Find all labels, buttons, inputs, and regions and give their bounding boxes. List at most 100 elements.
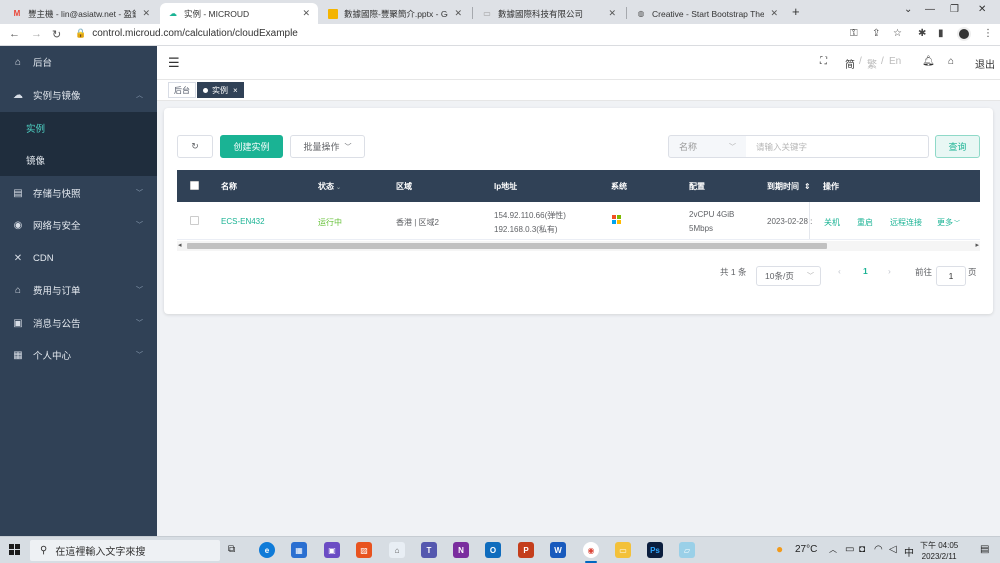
weather-sun-icon[interactable]: ●	[776, 542, 783, 556]
store-icon[interactable]: ▦	[291, 542, 307, 558]
onenote-icon[interactable]: N	[453, 542, 469, 558]
instance-name-link[interactable]: ECS-EN432	[221, 217, 265, 226]
browser-tab-company[interactable]: ▭ 數據國際科技有限公司 ✕	[474, 3, 624, 24]
close-icon[interactable]: ✕	[142, 8, 150, 19]
query-button[interactable]: 查询	[935, 135, 980, 158]
teams-chat-icon[interactable]: ▣	[324, 542, 340, 558]
outlook-icon[interactable]: O	[485, 542, 501, 558]
lang-simplified[interactable]: 简	[845, 56, 855, 71]
home-app-icon[interactable]: ⌂	[389, 542, 405, 558]
powerpoint-icon[interactable]: P	[518, 542, 534, 558]
kebab-menu-icon[interactable]: ⋮	[983, 28, 993, 39]
filter-field-select[interactable]: 名称 ﹀	[668, 135, 747, 158]
weather-temp[interactable]: 27°C	[795, 544, 817, 555]
window-close-icon[interactable]: ✕	[978, 4, 986, 15]
browser-tab-microud[interactable]: ☁ 实例 - MICROUD ✕	[160, 3, 318, 24]
column-header-expiry[interactable]: 到期时间 ⇕	[767, 181, 811, 192]
refresh-button[interactable]: ↻	[177, 135, 213, 158]
browser-tab-gmail[interactable]: M 豐主機 - lin@asiatw.net - 盈欽科 ✕	[4, 3, 158, 24]
back-icon[interactable]: ←	[9, 28, 20, 40]
table-row: ECS-EN432 运行中 香港 | 区域2 154.92.110.66(弹性)…	[177, 202, 980, 240]
url-field[interactable]: 🔒 control.microud.com/calculation/cloudEx…	[75, 28, 298, 39]
sidebar-item-dashboard[interactable]: ⌂ 后台	[0, 46, 157, 78]
keyword-input[interactable]	[746, 135, 929, 158]
notification-icon[interactable]: ▤	[980, 544, 989, 555]
next-page-icon[interactable]: ›	[888, 266, 891, 276]
chevron-down-icon[interactable]: ⌄	[904, 4, 912, 15]
sidebar-item-billing[interactable]: ⌂ 费用与订单 ﹀	[0, 274, 157, 306]
lang-traditional[interactable]: 繁	[867, 56, 877, 71]
column-header-status[interactable]: 状态 ⌄	[318, 181, 341, 192]
new-tab-icon[interactable]: +	[792, 4, 800, 19]
logout-button[interactable]: 退出	[975, 56, 995, 71]
taskbar-clock[interactable]: 下午 04:05 2023/2/11	[920, 540, 958, 562]
lang-english[interactable]: En	[889, 56, 901, 67]
word-icon[interactable]: W	[550, 542, 566, 558]
extensions-icon[interactable]: ✱	[918, 28, 926, 39]
chrome-icon[interactable]: ◉	[583, 542, 599, 558]
chevron-up-icon[interactable]: ︿	[829, 544, 837, 555]
tag-instances[interactable]: 实例 ×	[197, 82, 244, 98]
sidepanel-icon[interactable]: ▮	[938, 28, 944, 39]
row-checkbox[interactable]	[190, 216, 199, 225]
minimize-icon[interactable]: —	[925, 4, 935, 15]
more-actions-dropdown[interactable]: 更多﹀	[937, 217, 960, 228]
table-horizontal-scrollbar[interactable]: ◂ ▸	[177, 241, 980, 251]
scroll-left-icon[interactable]: ◂	[178, 241, 182, 249]
profile-avatar[interactable]	[957, 27, 971, 41]
scroll-right-icon[interactable]: ▸	[975, 241, 979, 249]
sidebar-item-cdn[interactable]: ✕ CDN	[0, 242, 157, 274]
batch-actions-dropdown[interactable]: 批量操作 ﹀	[290, 135, 365, 158]
notepad-icon[interactable]: ▱	[679, 542, 695, 558]
refresh-icon: ↻	[191, 141, 199, 151]
battery-icon[interactable]: ▭	[845, 544, 854, 555]
ime-indicator[interactable]: 中	[904, 544, 914, 559]
volume-icon[interactable]: ◁	[889, 544, 897, 555]
sidebar-subitem-images[interactable]: 镜像	[0, 144, 157, 176]
close-icon[interactable]: ✕	[608, 8, 616, 19]
file-explorer-icon[interactable]: ▭	[615, 542, 631, 558]
prev-page-icon[interactable]: ‹	[838, 266, 841, 276]
close-icon[interactable]: ✕	[454, 8, 462, 19]
share-icon[interactable]: ⇪	[872, 28, 880, 39]
bell-icon[interactable]: 🔔︎	[922, 56, 935, 67]
shutdown-link[interactable]: 关机	[824, 217, 840, 228]
browser-tab-slides[interactable]: 數據國際-豐聚簡介.pptx - Goo ✕	[320, 3, 470, 24]
page-number-current[interactable]: 1	[863, 266, 868, 276]
reload-icon[interactable]: ↻	[52, 28, 61, 41]
close-icon[interactable]: ×	[233, 86, 238, 95]
taskbar-search-box[interactable]: ⚲ 在這裡輸入文字來搜	[30, 540, 220, 561]
page-size-select[interactable]: 10条/页 ﹀	[756, 266, 821, 286]
home-icon[interactable]: ⌂	[948, 56, 954, 67]
task-view-icon[interactable]: ⧉	[228, 544, 235, 555]
sidebar-item-network[interactable]: ◉ 网络与安全 ﹀	[0, 209, 157, 241]
camera-icon[interactable]: ◘	[859, 544, 865, 555]
browser-tab-creative[interactable]: ◍ Creative - Start Bootstrap Them ✕	[628, 3, 786, 24]
menu-toggle-icon[interactable]: ☰	[168, 55, 180, 71]
edge-icon[interactable]: e	[259, 542, 275, 558]
sidebar-item-storage[interactable]: ▤ 存储与快照 ﹀	[0, 177, 157, 209]
remote-connect-link[interactable]: 远程连接	[890, 217, 922, 228]
restore-icon[interactable]: ❐	[950, 4, 959, 15]
bookmark-star-icon[interactable]: ☆	[893, 28, 902, 39]
sidebar-item-profile[interactable]: ▦ 个人中心 ﹀	[0, 339, 157, 371]
goto-page-input[interactable]	[936, 266, 966, 286]
tag-dashboard[interactable]: 后台	[168, 82, 196, 98]
sidebar-subitem-instances[interactable]: 实例	[0, 112, 157, 144]
close-icon[interactable]: ✕	[770, 8, 778, 19]
select-all-checkbox[interactable]	[190, 181, 199, 190]
create-instance-button[interactable]: 创建实例	[220, 135, 283, 158]
forward-icon[interactable]: →	[31, 28, 42, 40]
sidebar-item-messages[interactable]: ▣ 消息与公告 ﹀	[0, 307, 157, 339]
restart-link[interactable]: 重启	[857, 217, 873, 228]
photos-icon[interactable]: ▨	[356, 542, 372, 558]
photoshop-icon[interactable]: Ps	[647, 542, 663, 558]
teams-icon[interactable]: T	[421, 542, 437, 558]
sidebar-item-instances-images[interactable]: ☁ 实例与镜像 ︿	[0, 79, 157, 111]
close-icon[interactable]: ✕	[302, 8, 310, 19]
fullscreen-icon[interactable]: ⛶	[820, 56, 827, 67]
windows-start-icon[interactable]	[9, 544, 21, 556]
key-icon[interactable]: ⚿	[850, 28, 858, 39]
scrollbar-thumb[interactable]	[187, 243, 827, 249]
wifi-icon[interactable]: ◠	[874, 544, 883, 555]
